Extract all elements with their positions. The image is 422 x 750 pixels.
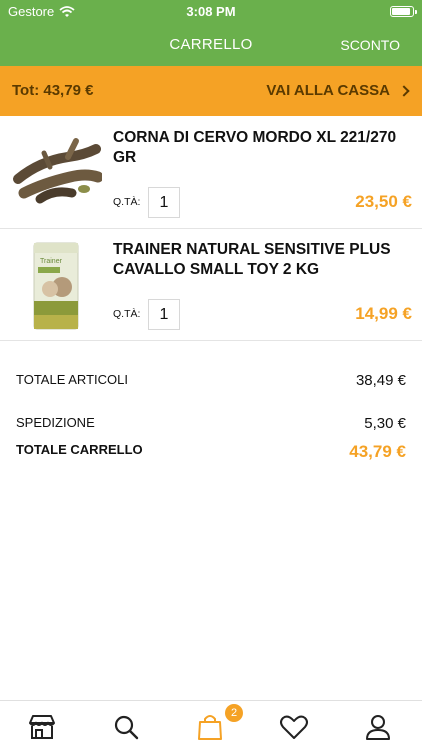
- cart-item[interactable]: CORNA DI CERVO MORDO XL 221/270 GR Q.TÀ:…: [0, 117, 422, 229]
- quantity-field[interactable]: 1: [148, 299, 180, 330]
- app-header: Gestore 3:08 PM CARRELLO SCONTO: [0, 0, 422, 66]
- total-value: 43,79 €: [349, 442, 406, 461]
- discount-button[interactable]: SCONTO: [340, 37, 400, 53]
- shipping-value: 5,30 €: [364, 415, 406, 432]
- item-price: 23,50 €: [355, 192, 412, 211]
- clock: 3:08 PM: [186, 4, 236, 19]
- cart-item[interactable]: Trainer TRAINER NATURAL SENSITIVE PLUS C…: [0, 229, 422, 341]
- cart-icon[interactable]: [194, 711, 226, 743]
- total-label: TOTALE CARRELLO: [16, 442, 143, 457]
- cart-badge: 2: [225, 704, 243, 722]
- user-icon[interactable]: [362, 711, 394, 743]
- subtotal-row: TOTALE ARTICOLI 38,49 €: [16, 372, 406, 394]
- quantity-label: Q.TÀ:: [113, 196, 141, 208]
- tab-bar: 2: [0, 700, 422, 750]
- store-icon[interactable]: [26, 711, 58, 743]
- shipping-label: SPEDIZIONE: [16, 415, 95, 430]
- cart-total: Tot: 43,79 €: [12, 82, 94, 99]
- chevron-right-icon: [398, 84, 410, 97]
- antler-chew-image: [10, 127, 102, 219]
- total-row: TOTALE CARRELLO 43,79 €: [16, 442, 406, 464]
- heart-icon[interactable]: [278, 711, 310, 743]
- battery-icon: [390, 6, 417, 17]
- total-bar: Tot: 43,79 € VAI ALLA CASSA: [0, 66, 422, 116]
- search-icon[interactable]: [110, 711, 142, 743]
- quantity-label: Q.TÀ:: [113, 308, 141, 320]
- subtotal-label: TOTALE ARTICOLI: [16, 372, 128, 387]
- checkout-label: VAI ALLA CASSA: [266, 82, 390, 99]
- checkout-button[interactable]: VAI ALLA CASSA: [266, 82, 410, 99]
- item-price: 14,99 €: [355, 304, 412, 323]
- subtotal-value: 38,49 €: [355, 372, 406, 389]
- svg-text:Trainer: Trainer: [40, 258, 63, 265]
- item-name: TRAINER NATURAL SENSITIVE PLUS CAVALLO S…: [113, 241, 391, 278]
- item-name: CORNA DI CERVO MORDO XL 221/270 GR: [113, 129, 397, 166]
- shipping-row: SPEDIZIONE 5,30 €: [16, 415, 406, 437]
- quantity-field[interactable]: 1: [148, 187, 180, 218]
- status-bar: Gestore 3:08 PM: [0, 0, 422, 22]
- dog-food-bag-image: Trainer: [10, 239, 102, 331]
